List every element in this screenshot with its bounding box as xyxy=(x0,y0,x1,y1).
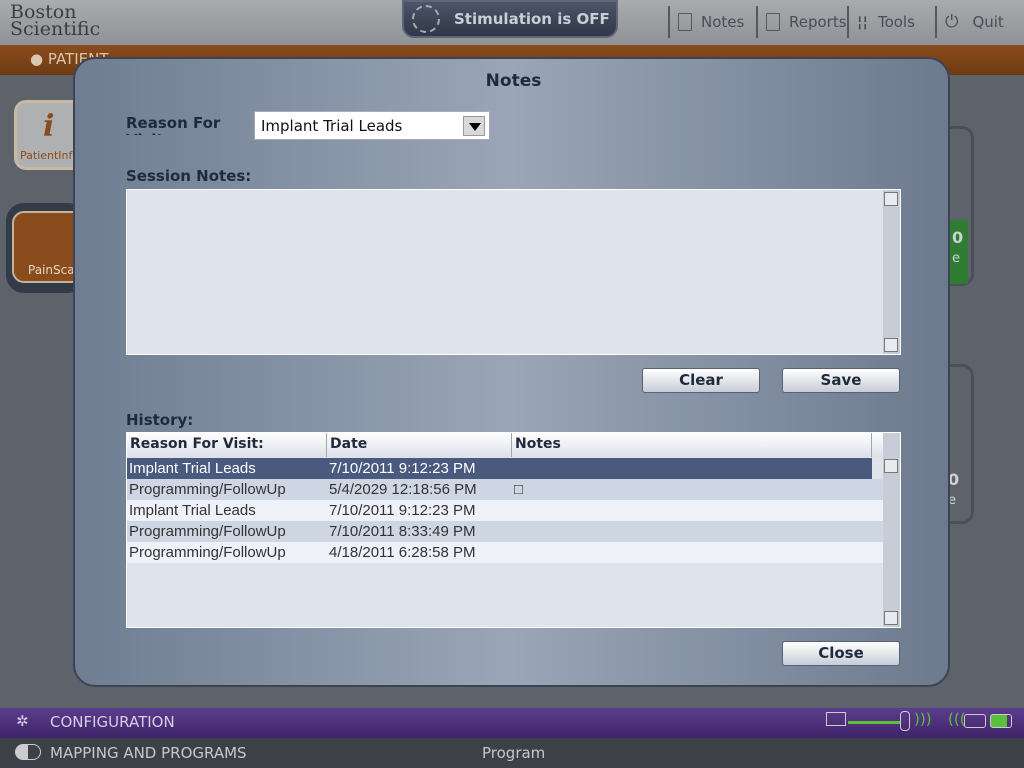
notes-dialog: Notes Reason For Visit: Implant Trial Le… xyxy=(73,57,950,687)
nav-label: Quit xyxy=(972,13,1004,31)
table-row[interactable]: Programming/FollowUp 7/10/2011 8:33:49 PM xyxy=(127,521,884,542)
table-cell: 5/4/2029 12:18:56 PM xyxy=(329,481,477,498)
program-label: Program xyxy=(482,744,546,762)
save-button[interactable]: Save xyxy=(782,368,900,393)
signal-icon: ((( xyxy=(948,710,966,728)
session-notes-label: Session Notes: xyxy=(126,167,252,185)
table-row[interactable]: Programming/FollowUp 5/4/2029 12:18:56 PM… xyxy=(127,479,884,500)
nav-tools[interactable]: ¦¦ Tools xyxy=(847,6,915,38)
column-header[interactable]: Notes xyxy=(512,433,872,457)
computer-icon xyxy=(826,712,846,726)
table-row[interactable]: Implant Trial Leads 7/10/2011 9:12:23 PM xyxy=(127,500,884,521)
table-cell: Programming/FollowUp xyxy=(129,481,286,498)
info-icon: i xyxy=(43,109,55,144)
table-cell: 7/10/2011 8:33:49 PM xyxy=(329,523,476,540)
nav-quit[interactable]: ⏻ Quit xyxy=(935,6,1004,38)
table-cell xyxy=(512,500,872,521)
nav-label: Tools xyxy=(877,13,915,31)
device-icon xyxy=(964,714,986,728)
reports-icon xyxy=(766,13,780,31)
configuration-label: CONFIGURATION xyxy=(50,713,175,731)
reason-label: Reason For Visit: xyxy=(126,115,221,135)
mapping-icon xyxy=(15,744,41,760)
table-cell xyxy=(512,521,872,542)
tile-label: PatientInfo xyxy=(20,149,80,162)
dialog-title: Notes xyxy=(485,71,542,91)
table-cell: 7/10/2011 9:12:23 PM xyxy=(329,502,476,519)
table-cell: Implant Trial Leads xyxy=(129,460,256,477)
nav-label: Notes xyxy=(701,13,745,31)
connection-line xyxy=(848,721,900,724)
nav-reports[interactable]: Reports xyxy=(756,6,847,38)
stimulation-status: Stimulation is OFF xyxy=(454,10,610,28)
table-row[interactable]: Programming/FollowUp 4/18/2011 6:28:58 PM xyxy=(127,542,884,563)
history-table: Reason For Visit: Date Notes Implant Tri… xyxy=(126,432,901,628)
tools-icon: ¦¦ xyxy=(857,13,868,31)
notes-icon xyxy=(678,13,692,31)
history-label: History: xyxy=(126,411,194,429)
table-cell: Implant Trial Leads xyxy=(129,502,256,519)
reason-select[interactable]: Implant Trial Leads xyxy=(254,111,490,140)
stimulation-toggle[interactable]: Stimulation is OFF xyxy=(402,0,618,38)
clear-button[interactable]: Clear xyxy=(642,368,760,393)
mapping-programs-tab[interactable]: MAPPING AND PROGRAMS xyxy=(50,744,247,762)
reason-value: Implant Trial Leads xyxy=(261,117,403,135)
gear-icon: ✲ xyxy=(16,712,29,730)
table-cell xyxy=(512,542,872,563)
power-icon: ⏻ xyxy=(945,12,959,32)
table-cell xyxy=(512,458,872,479)
table-cell: □ xyxy=(514,481,524,498)
logo: Boston Scientific xyxy=(10,1,101,40)
bottom-bar: MAPPING AND PROGRAMS Program xyxy=(0,738,1024,768)
table-cell: 4/18/2011 6:28:58 PM xyxy=(329,544,476,561)
remote-icon xyxy=(900,711,910,731)
column-header[interactable]: Date xyxy=(327,433,512,457)
chevron-down-icon[interactable] xyxy=(463,116,485,136)
nav-notes[interactable]: Notes xyxy=(668,6,744,38)
table-cell: 7/10/2011 9:12:23 PM xyxy=(329,460,476,477)
table-row[interactable]: Implant Trial Leads 7/10/2011 9:12:23 PM xyxy=(127,458,872,479)
table-cell: Programming/FollowUp xyxy=(129,544,286,561)
close-button[interactable]: Close xyxy=(782,641,900,666)
stimulation-icon xyxy=(412,5,440,33)
signal-icon: ))) xyxy=(914,710,932,728)
scrollbar[interactable] xyxy=(883,190,900,354)
session-notes-input[interactable] xyxy=(126,189,901,355)
table-header: Reason For Visit: Date Notes xyxy=(127,433,884,457)
column-header[interactable]: Reason For Visit: xyxy=(127,433,327,457)
configuration-bar[interactable]: ✲ CONFIGURATION ))) ((( xyxy=(0,708,1024,738)
nav-label: Reports xyxy=(789,13,847,31)
scrollbar[interactable] xyxy=(883,433,900,627)
table-cell: Programming/FollowUp xyxy=(129,523,286,540)
battery-icon xyxy=(990,714,1012,728)
